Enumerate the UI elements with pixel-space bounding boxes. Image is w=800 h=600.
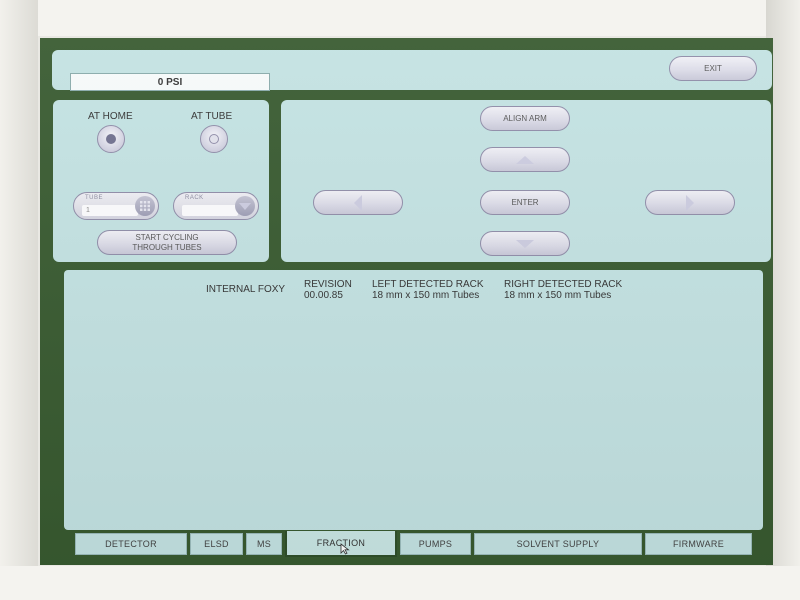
monitor-bezel-top — [0, 0, 800, 36]
monitor-bezel-left — [0, 0, 38, 600]
header-panel: 0 PSI EXIT — [52, 50, 772, 91]
tab-solvent-supply[interactable]: SOLVENT SUPPLY — [474, 533, 642, 555]
right-rack-value: 18 mm x 150 mm Tubes — [504, 290, 612, 301]
tab-firmware[interactable]: FIRMWARE — [645, 533, 752, 555]
revision-value: 00.00.85 — [304, 290, 343, 301]
right-rack-column: RIGHT DETECTED RACK 18 mm x 150 mm Tubes — [504, 279, 622, 301]
start-cycling-line2: THROUGH TUBES — [132, 242, 202, 252]
at-home-radio[interactable] — [97, 125, 125, 153]
right-rack-header: RIGHT DETECTED RACK — [504, 279, 623, 290]
tube-field-label: TUBE — [85, 195, 104, 201]
enter-button[interactable]: ENTER — [480, 190, 570, 215]
revision-header: REVISION — [304, 279, 352, 290]
radio-unselected-ring — [209, 134, 219, 144]
arrow-up-icon — [516, 155, 534, 164]
chevron-down-icon[interactable] — [235, 196, 255, 216]
arrow-down-icon — [516, 239, 534, 248]
radio-selected-dot — [106, 134, 116, 144]
keypad-icon[interactable] — [135, 196, 155, 216]
rack-value[interactable] — [182, 205, 238, 216]
align-arm-button[interactable]: ALIGN ARM — [480, 106, 570, 131]
left-rack-column: LEFT DETECTED RACK 18 mm x 150 mm Tubes — [372, 279, 484, 301]
info-panel: INTERNAL FOXY REVISION 00.00.85 LEFT DET… — [64, 270, 763, 530]
rack-field-label: RACK — [185, 195, 204, 201]
exit-button[interactable]: EXIT — [669, 56, 757, 81]
start-cycling-button[interactable]: START CYCLING THROUGH TUBES — [97, 230, 237, 255]
tube-selector[interactable]: TUBE 1 — [73, 192, 159, 220]
revision-column: REVISION 00.00.85 — [304, 279, 352, 301]
tube-value[interactable]: 1 — [82, 205, 138, 216]
at-tube-radio[interactable] — [200, 125, 228, 153]
monitor-bezel-bottom — [0, 566, 800, 600]
rack-selector[interactable]: RACK — [173, 192, 259, 220]
touch-screen: 0 PSI EXIT AT HOME AT TUBE TUBE 1 RACK S… — [40, 38, 773, 565]
tab-ms[interactable]: MS — [246, 533, 282, 555]
at-tube-label: AT TUBE — [191, 111, 233, 122]
arm-up-button[interactable] — [480, 147, 570, 172]
arm-control-panel: ALIGN ARM ENTER — [281, 100, 771, 262]
tab-detector[interactable]: DETECTOR — [75, 533, 187, 555]
arm-down-button[interactable] — [480, 231, 570, 256]
position-panel: AT HOME AT TUBE TUBE 1 RACK START CYCLIN… — [53, 100, 269, 262]
arrow-right-icon — [686, 194, 694, 211]
at-home-label: AT HOME — [88, 111, 133, 122]
start-cycling-line1: START CYCLING — [135, 232, 199, 242]
left-rack-header: LEFT DETECTED RACK — [372, 279, 484, 290]
left-rack-value: 18 mm x 150 mm Tubes — [372, 290, 480, 301]
tab-pumps[interactable]: PUMPS — [400, 533, 471, 555]
arm-right-button[interactable] — [645, 190, 735, 215]
arrow-left-icon — [354, 194, 362, 211]
pressure-readout: 0 PSI — [70, 73, 270, 91]
arm-left-button[interactable] — [313, 190, 403, 215]
internal-foxy-label: INTERNAL FOXY — [206, 284, 286, 295]
pointer-cursor-icon — [340, 543, 350, 555]
tab-elsd[interactable]: ELSD — [190, 533, 243, 555]
